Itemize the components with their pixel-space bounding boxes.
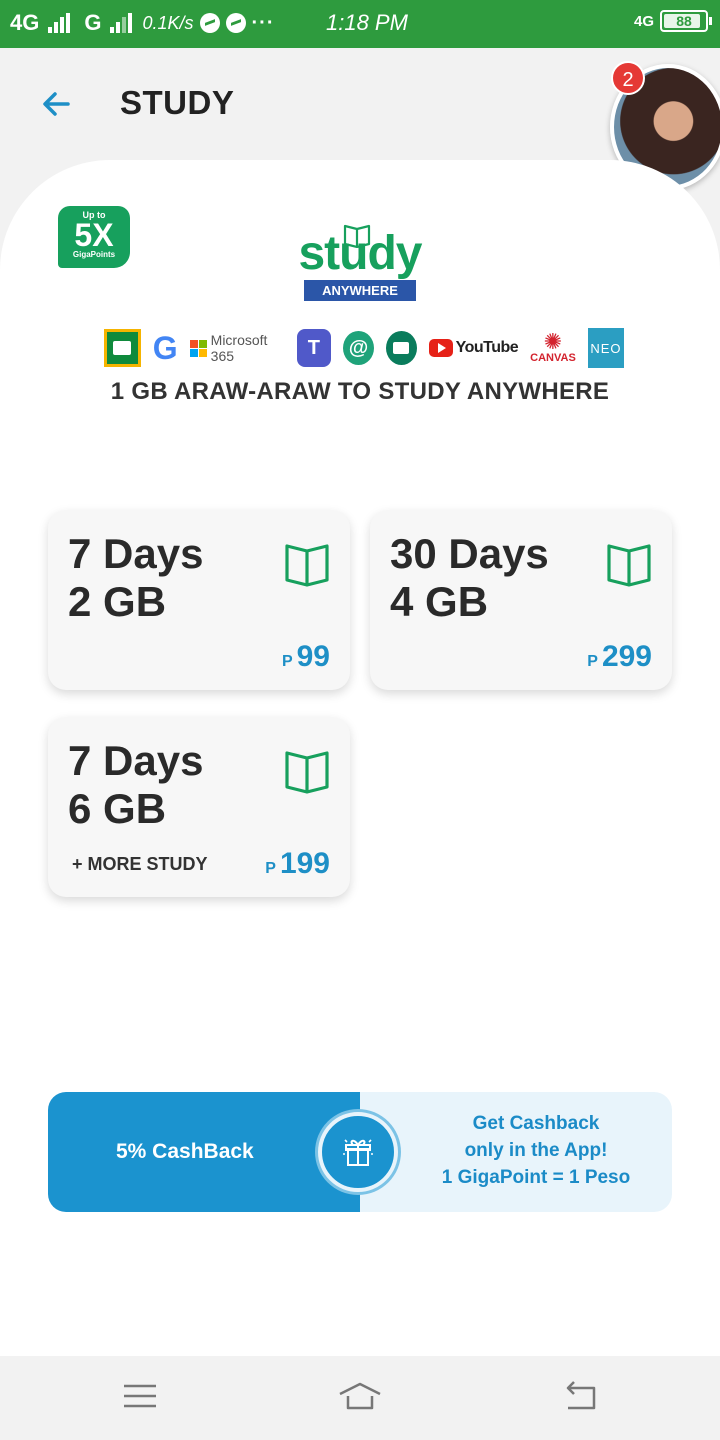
microsoft-365-icon: Microsoft 365 (189, 329, 285, 367)
cashback-line-1: Get Cashback (472, 1113, 600, 1134)
more-notifications-icon: ··· (251, 11, 275, 34)
plan-price: P 99 (282, 640, 330, 674)
youtube-icon: YouTube (428, 329, 519, 367)
cashback-banner[interactable]: 5% CashBack Get Cashback only in the App… (48, 1092, 672, 1212)
network-label: 4G (10, 10, 40, 35)
network-label-2: G (84, 10, 102, 35)
status-right: 4G 88 (633, 10, 712, 32)
back-arrow-icon[interactable] (38, 86, 74, 122)
neo-icon: NEO (587, 328, 624, 368)
book-icon (607, 544, 651, 587)
menu-icon[interactable] (120, 1378, 160, 1414)
notification-badge: 2 (611, 61, 645, 95)
signal-icon-2 (110, 13, 133, 33)
home-icon[interactable] (336, 1378, 384, 1414)
google-meet-icon (385, 331, 417, 365)
plan-card[interactable]: 30 Days 4 GB P 299 (370, 510, 672, 690)
cashback-line-3: 1 GigaPoint = 1 Peso (441, 1167, 631, 1188)
plan-extra-label: + MORE STUDY (72, 854, 208, 874)
gift-glyph (343, 1139, 373, 1166)
plan-duration: 7 Days (68, 530, 204, 577)
book-icon (285, 544, 329, 587)
signal-icon (48, 13, 71, 33)
teams-icon: T (296, 329, 332, 367)
price-value: 299 (601, 640, 652, 673)
currency-symbol: P (587, 653, 598, 670)
messenger-icon (199, 13, 220, 33)
back-nav-icon[interactable] (560, 1378, 600, 1414)
plan-card[interactable]: 7 Days 2 GB P 99 (48, 510, 350, 690)
plan-data: 4 GB (390, 578, 489, 625)
messenger-icon-2 (225, 13, 246, 33)
cashback-line-2: only in the App! (464, 1140, 608, 1161)
gigapoints-badge: Up to 5X GigaPoints (58, 206, 130, 268)
email-icon: @ (343, 331, 374, 365)
plan-data: 6 GB (68, 785, 167, 832)
gigapoints-multiplier: 5X (74, 217, 114, 253)
status-bar: 4G G 0.1K/s ··· 1:18 PM 4G 88 (0, 0, 720, 48)
plan-duration: 7 Days (68, 737, 204, 784)
cashback-percent: 5% CashBack (48, 1092, 360, 1212)
plan-price: P 299 (587, 640, 652, 674)
status-left: 4G G 0.1K/s ··· (10, 10, 275, 36)
gigapoints-label: GigaPoints (72, 250, 116, 259)
price-value: 199 (279, 847, 330, 880)
gift-icon (318, 1112, 398, 1192)
currency-symbol: P (265, 860, 276, 877)
google-icon: G (152, 329, 178, 366)
page-title: STUDY (120, 84, 235, 121)
currency-symbol: P (281, 653, 293, 670)
clock: 1:18 PM (326, 10, 408, 35)
study-anywhere-logo: study ANYWHERE (290, 224, 430, 310)
canvas-icon: ✺ CANVAS (530, 329, 576, 365)
battery-icon: 88 (660, 10, 712, 32)
battery-level: 88 (676, 13, 692, 29)
plan-price: P 199 (265, 847, 330, 881)
cashback-info: Get Cashback only in the App! 1 GigaPoin… (360, 1092, 672, 1212)
plan-data: 2 GB (68, 578, 167, 625)
price-value: 99 (296, 640, 330, 673)
plan-card[interactable]: 7 Days 6 GB + MORE STUDY P 199 (48, 717, 350, 897)
youtube-label: YouTube (455, 339, 519, 356)
supported-apps: G Microsoft 365 T @ YouTube ✺ CANVAS NEO (104, 328, 624, 368)
network-speed: 0.1K/s (142, 12, 194, 33)
canvas-label: CANVAS (530, 352, 576, 364)
system-nav-bar (0, 1356, 720, 1440)
book-icon (285, 751, 329, 794)
plan-duration: 30 Days (390, 530, 549, 577)
microsoft-365-label: Microsoft 365 (210, 332, 268, 364)
book-icon (343, 224, 371, 248)
network-label-right: 4G (633, 12, 654, 30)
promo-tagline: 1 GB ARAW-ARAW TO STUDY ANYWHERE (110, 378, 610, 405)
google-classroom-icon (104, 329, 141, 367)
